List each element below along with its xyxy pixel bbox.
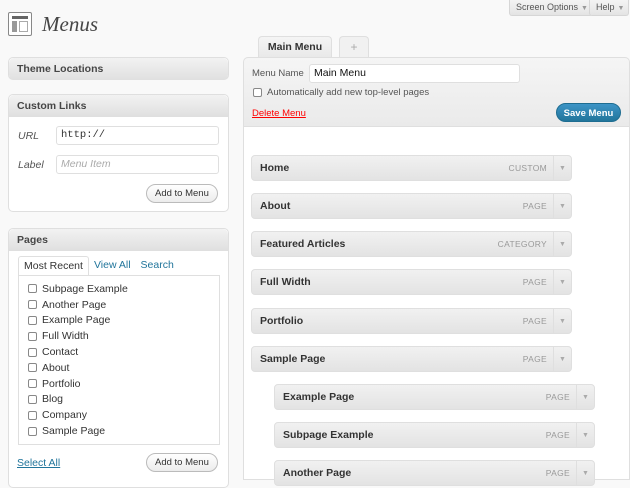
url-row: URL http://	[18, 126, 219, 145]
page-title: Menus	[42, 11, 98, 36]
menu-item-sub[interactable]: Example Page PAGE ▼	[274, 384, 595, 410]
checkbox[interactable]	[28, 410, 37, 420]
menu-item-title: Full Width	[260, 276, 311, 288]
menu-item-type: PAGE	[545, 392, 570, 402]
checkbox[interactable]	[28, 331, 37, 341]
menu-item-type: PAGE	[522, 201, 547, 211]
list-item[interactable]: Subpage Example	[19, 281, 219, 297]
save-menu-button[interactable]: Save Menu	[556, 103, 621, 122]
list-item[interactable]: About	[19, 360, 219, 376]
pages-checklist: Subpage Example Another Page Example Pag…	[18, 275, 220, 445]
label-label: Label	[18, 158, 44, 171]
chevron-down-icon[interactable]: ▼	[576, 461, 594, 485]
label-row: Label Menu Item	[18, 155, 219, 174]
menu-name-input[interactable]: Main Menu	[309, 64, 520, 83]
chevron-down-icon[interactable]: ▼	[553, 156, 571, 180]
checkbox[interactable]	[28, 363, 37, 373]
custom-links-box: Custom Links URL http:// Label Menu Item…	[8, 94, 229, 212]
menu-item-type: PAGE	[522, 277, 547, 287]
checkbox[interactable]	[28, 379, 37, 389]
menu-item[interactable]: Featured Articles CATEGORY ▼	[251, 231, 572, 257]
url-input[interactable]: http://	[56, 126, 219, 145]
menu-item-type: CATEGORY	[497, 239, 547, 249]
checkbox[interactable]	[28, 284, 37, 294]
checkbox[interactable]	[28, 300, 37, 310]
menu-item-title: Example Page	[283, 391, 355, 403]
checkbox[interactable]	[28, 347, 37, 357]
menu-item-title: Another Page	[283, 467, 352, 479]
list-item[interactable]: Another Page	[19, 297, 219, 313]
auto-add-checkbox[interactable]	[253, 88, 262, 97]
list-item[interactable]: Blog	[19, 392, 219, 408]
auto-add-label: Automatically add new top-level pages	[267, 87, 430, 98]
menu-item-title: Sample Page	[260, 353, 326, 365]
tab-most-recent[interactable]: Most Recent	[18, 256, 89, 275]
list-item[interactable]: Company	[19, 407, 219, 423]
chevron-down-icon[interactable]: ▼	[553, 232, 571, 256]
checkbox[interactable]	[28, 315, 37, 325]
menu-item[interactable]: Sample Page PAGE ▼	[251, 346, 572, 372]
menu-item[interactable]: Full Width PAGE ▼	[251, 269, 572, 295]
screen-options-label: Screen Options	[516, 2, 579, 12]
menu-item-type: PAGE	[522, 316, 547, 326]
chevron-down-icon[interactable]: ▼	[553, 309, 571, 333]
tab-main-menu[interactable]: Main Menu	[258, 36, 332, 58]
chevron-down-icon[interactable]: ▼	[553, 347, 571, 371]
menu-item-title: About	[260, 200, 291, 212]
menu-item-sub[interactable]: Another Page PAGE ▼	[274, 460, 595, 486]
auto-add-row[interactable]: Automatically add new top-level pages	[253, 87, 429, 98]
menu-item-title: Featured Articles	[260, 238, 346, 250]
select-all-link[interactable]: Select All	[17, 457, 60, 469]
chevron-down-icon[interactable]: ▼	[553, 270, 571, 294]
menu-item[interactable]: About PAGE ▼	[251, 193, 572, 219]
tab-view-all[interactable]: View All	[89, 256, 136, 275]
menu-item-type: PAGE	[545, 430, 570, 440]
theme-locations-box[interactable]: Theme Locations	[8, 57, 229, 80]
url-label: URL	[18, 129, 40, 142]
chevron-down-icon: ▼	[581, 5, 588, 12]
list-item[interactable]: Contact	[19, 344, 219, 360]
menu-item-title: Subpage Example	[283, 429, 374, 441]
list-item[interactable]: Portfolio	[19, 376, 219, 392]
menu-item[interactable]: Portfolio PAGE ▼	[251, 308, 572, 334]
pages-tabs: Most Recent View All Search	[18, 256, 179, 275]
menus-icon	[8, 12, 32, 36]
menu-item-sub[interactable]: Subpage Example PAGE ▼	[274, 422, 595, 448]
menu-item-type: CUSTOM	[508, 163, 547, 173]
menu-name-label: Menu Name	[252, 68, 304, 79]
chevron-down-icon[interactable]: ▼	[576, 423, 594, 447]
delete-menu-link[interactable]: Delete Menu	[252, 108, 306, 119]
menu-item-type: PAGE	[545, 468, 570, 478]
menu-item-title: Home	[260, 162, 290, 174]
menu-item-type: PAGE	[522, 354, 547, 364]
tab-search[interactable]: Search	[136, 256, 179, 275]
chevron-down-icon: ▼	[617, 5, 625, 12]
custom-links-add-button[interactable]: Add to Menu	[146, 184, 218, 203]
checkbox[interactable]	[28, 426, 37, 436]
label-input[interactable]: Menu Item	[56, 155, 219, 174]
list-item[interactable]: Example Page	[19, 313, 219, 329]
checkbox[interactable]	[28, 394, 37, 404]
screen-options-button[interactable]: Screen Options ▼	[509, 0, 593, 16]
page-header: Menus	[8, 10, 98, 38]
menu-item[interactable]: Home CUSTOM ▼	[251, 155, 572, 181]
help-label: Help	[596, 2, 615, 12]
list-item[interactable]: Full Width	[19, 328, 219, 344]
menu-item-title: Portfolio	[260, 315, 304, 327]
custom-links-title[interactable]: Custom Links	[9, 95, 228, 117]
add-menu-tab[interactable]: +	[339, 36, 369, 58]
list-item[interactable]: Sample Page	[19, 423, 219, 439]
pages-add-button[interactable]: Add to Menu	[146, 453, 218, 472]
pages-title[interactable]: Pages	[9, 229, 228, 251]
help-button[interactable]: Help ▼	[589, 0, 630, 16]
chevron-down-icon[interactable]: ▼	[576, 385, 594, 409]
chevron-down-icon[interactable]: ▼	[553, 194, 571, 218]
pages-box: Pages Most Recent View All Search Subpag…	[8, 228, 229, 488]
theme-locations-title[interactable]: Theme Locations	[9, 58, 228, 80]
